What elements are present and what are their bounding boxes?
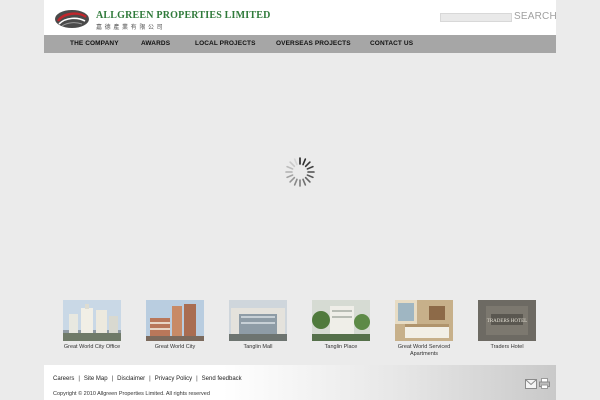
nav-item-local-projects[interactable]: LOCAL PROJECTS bbox=[195, 40, 256, 47]
project-caption[interactable]: Great World City Office bbox=[57, 344, 127, 351]
project-caption[interactable]: Great World Serviced Apartments bbox=[389, 344, 459, 358]
footer-link-send-feedback[interactable]: Send feedback bbox=[202, 376, 242, 382]
traders-hotel-sign: TRADERS HOTEL bbox=[487, 319, 527, 324]
footer-separator: | bbox=[78, 376, 80, 382]
allgreen-logo-icon[interactable] bbox=[54, 9, 90, 29]
company-name: ALLGREEN PROPERTIES LIMITED bbox=[96, 10, 271, 21]
loading-spinner-icon bbox=[285, 157, 315, 187]
envelope-icon[interactable] bbox=[525, 379, 537, 389]
main-nav: THE COMPANY AWARDS LOCAL PROJECTS OVERSE… bbox=[44, 35, 556, 53]
footer: Careers | Site Map | Disclaimer | Privacy Poli… bbox=[44, 365, 556, 400]
footer-separator: | bbox=[196, 376, 198, 382]
footer-link-disclaimer[interactable]: Disclaimer bbox=[117, 376, 145, 382]
tanglin-place-photo[interactable] bbox=[312, 300, 370, 341]
project-caption[interactable]: Tanglin Mall bbox=[223, 344, 293, 351]
search-input[interactable] bbox=[440, 13, 512, 22]
footer-separator: | bbox=[149, 376, 151, 382]
project-caption[interactable]: Great World City bbox=[140, 344, 210, 351]
search-button[interactable]: SEARCH bbox=[514, 11, 557, 22]
footer-link-careers[interactable]: Careers bbox=[53, 376, 74, 382]
nav-item-contact-us[interactable]: CONTACT US bbox=[370, 40, 413, 47]
nav-item-awards[interactable]: AWARDS bbox=[141, 40, 170, 47]
printer-icon[interactable] bbox=[539, 378, 550, 389]
footer-link-privacy-policy[interactable]: Privacy Policy bbox=[155, 376, 192, 382]
footer-link-site-map[interactable]: Site Map bbox=[84, 376, 108, 382]
footer-separator: | bbox=[111, 376, 114, 382]
nav-item-overseas-projects[interactable]: OVERSEAS PROJECTS bbox=[276, 40, 351, 47]
copyright-text: Copyright © 2010 Allgreen Properties Lim… bbox=[53, 391, 210, 397]
nav-item-the-company[interactable]: THE COMPANY bbox=[70, 40, 119, 47]
tanglin-mall-photo[interactable] bbox=[229, 300, 287, 341]
project-caption[interactable]: Tanglin Place bbox=[306, 344, 376, 351]
great-world-city-photo[interactable] bbox=[146, 300, 204, 341]
header: ALLGREEN PROPERTIES LIMITED 嘉 德 產 業 有 限 … bbox=[44, 0, 557, 35]
company-name-chinese: 嘉 德 產 業 有 限 公 司 bbox=[96, 25, 164, 31]
page: ALLGREEN PROPERTIES LIMITED 嘉 德 產 業 有 限 … bbox=[44, 0, 557, 400]
traders-hotel-photo[interactable]: TRADERS HOTEL bbox=[478, 300, 536, 341]
project-caption[interactable]: Traders Hotel bbox=[472, 344, 542, 351]
great-world-city-office-photo[interactable] bbox=[63, 300, 121, 341]
serviced-apartments-photo[interactable] bbox=[395, 300, 453, 341]
footer-links: Careers | Site Map | Disclaimer | Privacy Poli… bbox=[53, 376, 242, 382]
